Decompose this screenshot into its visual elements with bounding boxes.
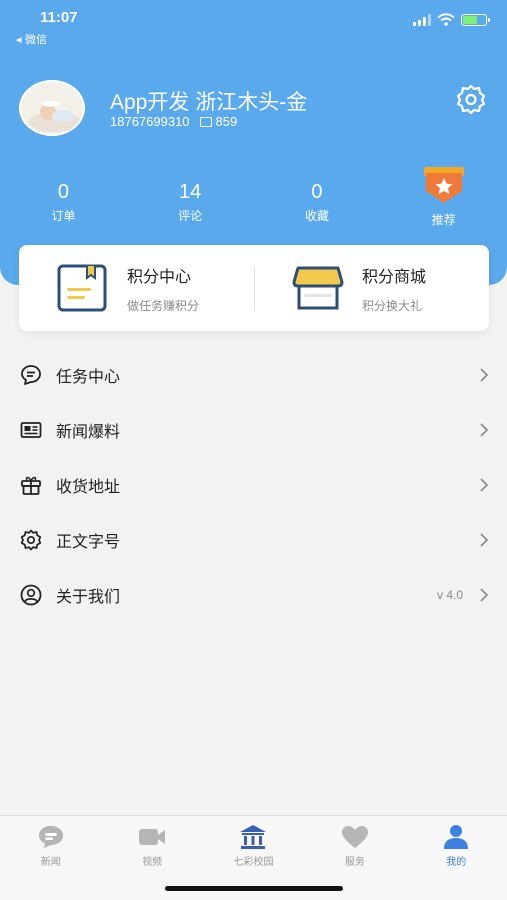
chat-bubble-icon [21,364,41,385]
points-center-entry[interactable]: 积分中心 做任务赚积分 [19,245,254,331]
points-center-title: 积分中心 [127,266,192,286]
profile-name: App开发 浙江木头-金 [110,91,308,114]
points-mall-entry[interactable]: 积分商城 积分换大礼 [254,245,489,331]
chevron-right-icon [480,477,489,492]
app-version: v 4.0 [436,587,463,602]
status-time: 11:07 [40,9,78,26]
menu-label-news-tips: 新闻爆料 [56,421,121,441]
chevron-right-icon [480,367,489,382]
news-bubble-icon [38,826,63,848]
home-indicator[interactable] [165,886,343,891]
settings-gear-icon[interactable] [455,83,487,115]
profile-phone: 18767699310 [110,114,190,129]
stat-orders-label: 订单 [51,209,76,223]
person-icon [444,825,469,849]
points-mall-title: 积分商城 [362,266,427,286]
profile-info: 18767699310 859 [110,114,237,129]
avatar[interactable] [19,80,85,136]
user-circle-icon [20,584,42,605]
heart-icon [341,826,368,848]
gear-icon [20,529,42,550]
document-icon [57,264,107,312]
tab-service-label: 服务 [344,857,365,868]
menu-item-news-tips[interactable]: 新闻爆料 [0,402,507,457]
points-mall-subtitle: 积分换大礼 [362,298,423,313]
tab-mine[interactable]: 我的 [406,816,507,900]
tab-news-label: 新闻 [40,857,61,868]
stat-favorites-label: 收藏 [304,209,329,223]
points-display: 859 [199,114,238,129]
video-camera-icon [139,829,166,845]
stat-favorites[interactable]: 0 收藏 [254,180,381,228]
menu-label-about-us: 关于我们 [56,586,121,606]
stat-comments-label: 评论 [178,209,203,223]
menu-label-font-size: 正文字号 [56,531,121,551]
points-center-subtitle: 做任务赚积分 [127,298,200,313]
points-card: 积分中心 做任务赚积分 积分商城 积分换大礼 [19,245,489,331]
settings-menu: 任务中心 新闻爆料 收货地址 正文字号 关于我们 v 4.0 [0,347,507,622]
battery-icon [461,13,490,26]
signal-icon [413,13,431,26]
tab-campus-label: 七彩校园 [233,857,274,868]
chevron-right-icon [480,532,489,547]
menu-item-font-size[interactable]: 正文字号 [0,512,507,567]
menu-item-shipping-address[interactable]: 收货地址 [0,457,507,512]
back-to-wechat-link[interactable]: ◂ 微信 [16,31,47,47]
chevron-right-icon [480,422,489,437]
points-value: 859 [215,114,238,129]
coin-icon [199,117,212,127]
newspaper-icon [20,421,42,438]
profile-header: 11:07 ◂ 微信 App开发 浙江木头-金 18767699310 859 … [0,0,507,285]
tab-video-label: 视频 [142,857,163,868]
menu-label-task-center: 任务中心 [56,366,121,386]
stat-favorites-value: 0 [311,181,323,203]
status-indicators [413,13,490,26]
wifi-icon [437,13,455,26]
stat-recommend-label: 推荐 [431,213,456,227]
menu-item-about-us[interactable]: 关于我们 v 4.0 [0,567,507,622]
menu-label-shipping-address: 收货地址 [56,476,121,496]
stat-orders-value: 0 [57,181,69,203]
stat-comments-value: 14 [179,181,202,203]
chevron-right-icon [480,587,489,602]
shop-icon [292,266,344,310]
menu-item-task-center[interactable]: 任务中心 [0,347,507,402]
campus-building-icon [240,825,267,849]
card-divider [254,267,255,311]
medal-star-icon [423,167,464,203]
stat-orders[interactable]: 0 订单 [0,180,127,228]
stat-comments[interactable]: 14 评论 [127,180,254,228]
stats-row: 0 订单 14 评论 0 收藏 推荐 [0,167,507,228]
tab-mine-label: 我的 [446,857,467,868]
tab-news[interactable]: 新闻 [0,816,101,900]
stat-recommend[interactable]: 推荐 [380,167,507,228]
gift-box-icon [21,476,41,495]
